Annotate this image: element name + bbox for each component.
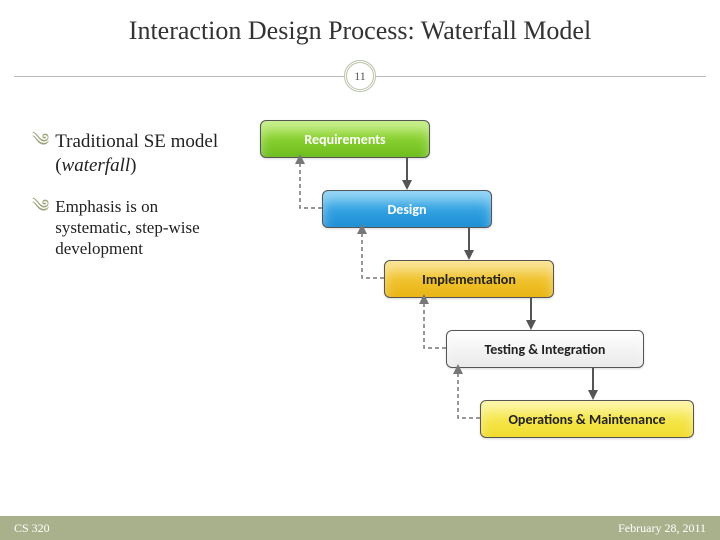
bullet-icon: ༄ [32,130,49,152]
slide: Interaction Design Process: Waterfall Mo… [0,0,720,540]
arrow-feedback-4-3 [450,360,490,420]
footer-right: February 28, 2011 [618,521,706,536]
arrow-feedback-1-0 [292,150,332,210]
page-number-badge: 11 [344,60,376,92]
bullet-sub: ༄ Emphasis is on systematic, step-wise d… [32,196,232,260]
stage-requirements: Requirements [260,120,430,158]
title-rule: 11 [0,58,720,94]
arrow-feedback-3-2 [416,290,456,350]
stage-implementation: Implementation [384,260,554,298]
footer: CS 320 February 28, 2011 [0,516,720,540]
arrow-forward-0-1 [400,158,414,190]
stage-design: Design [322,190,492,228]
arrow-feedback-2-1 [354,220,394,280]
arrow-forward-1-2 [462,228,476,260]
bullet-main-suffix: ) [130,155,136,176]
footer-left: CS 320 [14,521,50,536]
bullet-main: ༄ Traditional SE model (waterfall) [32,130,232,178]
bullet-main-italic: waterfall [62,155,131,176]
bullet-icon: ༄ [32,196,49,218]
slide-body: ༄ Traditional SE model (waterfall) ༄ Emp… [0,110,720,510]
page-title: Interaction Design Process: Waterfall Mo… [0,0,720,54]
bullet-main-text: Traditional SE model (waterfall) [55,130,232,178]
arrow-forward-2-3 [524,298,538,330]
waterfall-diagram: Requirements Design Implementation Testi… [250,110,700,490]
arrow-forward-3-4 [586,368,600,400]
stage-operations-maintenance: Operations & Maintenance [480,400,694,438]
bullet-sub-text: Emphasis is on systematic, step-wise dev… [55,196,232,260]
bullet-list: ༄ Traditional SE model (waterfall) ༄ Emp… [32,130,232,277]
